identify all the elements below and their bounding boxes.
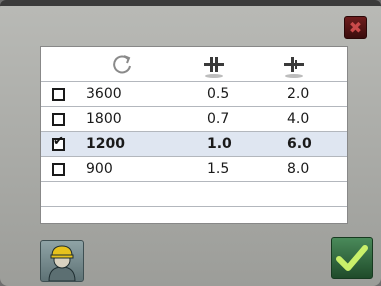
user-profile-button[interactable] bbox=[40, 240, 84, 282]
speed-cell: 1800 bbox=[86, 111, 122, 127]
value1-cell: 0.7 bbox=[207, 111, 230, 127]
checkmark-icon bbox=[336, 245, 368, 271]
engagement-pressure-icon bbox=[204, 57, 224, 78]
row-checkbox[interactable] bbox=[52, 163, 65, 176]
settings-table: 3600 0.5 2.0 1800 0.7 4.0 ✔ 1200 1.0 6.0… bbox=[40, 46, 348, 224]
table-row-empty bbox=[41, 182, 347, 207]
dialog-frame: ✖ 3600 0.5 2.0 1800 0.7 4.0 ✔ 1200 1.0 6… bbox=[0, 0, 381, 286]
table-row[interactable]: 900 1.5 8.0 bbox=[41, 157, 347, 182]
value1-cell: 1.0 bbox=[207, 136, 232, 152]
value2-cell: 4.0 bbox=[287, 111, 310, 127]
row-checkbox[interactable] bbox=[52, 113, 65, 126]
table-row[interactable]: 3600 0.5 2.0 bbox=[41, 82, 347, 107]
worker-helmet-icon bbox=[48, 245, 76, 282]
hold-pressure-icon bbox=[284, 57, 304, 78]
close-button[interactable]: ✖ bbox=[344, 16, 367, 39]
speed-cell: 3600 bbox=[86, 86, 122, 102]
value2-cell: 6.0 bbox=[287, 136, 312, 152]
speed-cell: 1200 bbox=[86, 136, 125, 152]
speed-cell: 900 bbox=[86, 161, 113, 177]
value1-cell: 0.5 bbox=[207, 86, 230, 102]
confirm-button[interactable] bbox=[331, 237, 373, 279]
value2-cell: 8.0 bbox=[287, 161, 310, 177]
check-icon: ✔ bbox=[53, 134, 64, 149]
rotation-speed-icon bbox=[113, 55, 131, 74]
table-row[interactable]: 1800 0.7 4.0 bbox=[41, 107, 347, 132]
row-checkbox[interactable] bbox=[52, 88, 65, 101]
close-icon: ✖ bbox=[348, 17, 363, 37]
table-header bbox=[41, 47, 347, 82]
value1-cell: 1.5 bbox=[207, 161, 230, 177]
row-checkbox-checked[interactable]: ✔ bbox=[52, 134, 65, 151]
table-row-selected[interactable]: ✔ 1200 1.0 6.0 bbox=[41, 132, 347, 157]
value2-cell: 2.0 bbox=[287, 86, 310, 102]
